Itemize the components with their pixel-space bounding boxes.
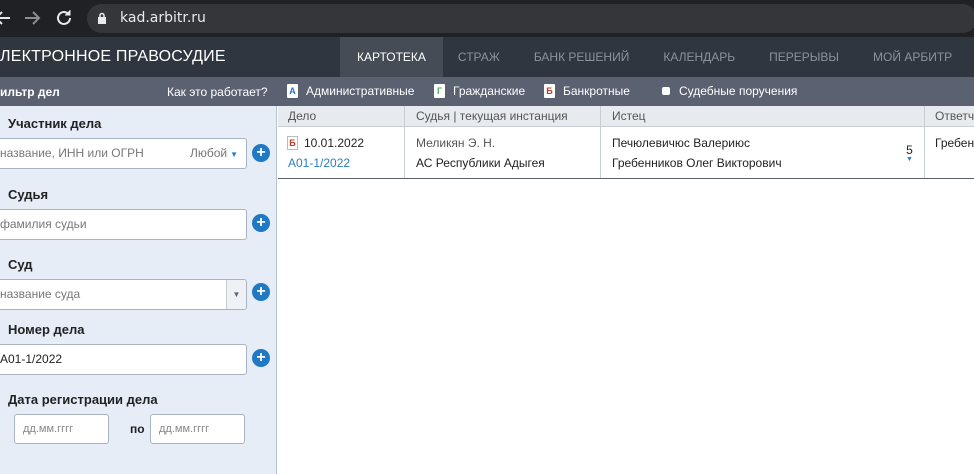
plaintiff-1: Печюлевичюс Валериюс bbox=[612, 136, 750, 150]
category-administrative[interactable]: А Административные bbox=[287, 84, 414, 98]
forward-icon[interactable] bbox=[21, 7, 43, 29]
judge-name: Меликян Э. Н. bbox=[416, 136, 496, 150]
category-civil[interactable]: Г Гражданские bbox=[434, 84, 525, 98]
case-number-link[interactable]: А01-1/2022 bbox=[288, 156, 350, 170]
case-date: 10.01.2022 bbox=[304, 136, 365, 150]
add-judge-button[interactable]: + bbox=[252, 214, 270, 232]
tab-kalendar[interactable]: КАЛЕНДАРЬ bbox=[646, 37, 752, 77]
how-it-works-link[interactable]: Как это работает? bbox=[167, 85, 268, 99]
category-label: Судебные поручения bbox=[679, 84, 798, 98]
filter-sidebar: Участник дела название, ИНН или ОГРН Люб… bbox=[0, 106, 277, 474]
reg-date-label: Дата регистрации дела bbox=[8, 392, 158, 407]
add-case-number-button[interactable]: + bbox=[252, 349, 270, 367]
filter-bar: ильтр дел Как это работает? А Администра… bbox=[0, 77, 974, 106]
judge-label: Судья bbox=[8, 187, 49, 202]
administrative-icon: А bbox=[287, 84, 298, 98]
category-bankruptcy[interactable]: Б Банкротные bbox=[544, 84, 630, 98]
participant-label: Участник дела bbox=[8, 116, 102, 131]
tab-strazh[interactable]: СТРАЖ bbox=[443, 37, 517, 77]
col-plaintiff[interactable]: Истец bbox=[612, 109, 646, 123]
browser-toolbar: kad.arbitr.ru bbox=[0, 0, 974, 37]
plaintiff-count: 5 bbox=[906, 143, 913, 157]
plaintiff-count-toggle[interactable]: 5 ▼ bbox=[906, 143, 913, 163]
judge-input[interactable]: фамилия судьи bbox=[0, 209, 247, 240]
bankruptcy-case-icon: Б bbox=[287, 136, 298, 150]
case-number-value: А01-1/2022 bbox=[0, 352, 63, 366]
plaintiff-2: Гребенников Олег Викторович bbox=[612, 156, 782, 170]
date-to-label: по bbox=[130, 422, 145, 436]
case-number-input[interactable]: А01-1/2022 bbox=[0, 344, 247, 375]
case-number-label: Номер дела bbox=[8, 322, 85, 337]
chevron-down-icon: ▼ bbox=[230, 150, 238, 159]
court-name: АС Республики Адыгея bbox=[416, 156, 545, 170]
table-header: Дело Судья | текущая инстанция Истец Отв… bbox=[278, 106, 974, 127]
add-court-button[interactable]: + bbox=[252, 283, 270, 301]
court-placeholder: название суда bbox=[0, 287, 81, 301]
role-select-value: Любой bbox=[189, 146, 228, 160]
date-from-input[interactable]: дд.мм.гггг bbox=[14, 414, 109, 444]
address-bar[interactable]: kad.arbitr.ru bbox=[87, 4, 974, 33]
table-row[interactable]: Б 10.01.2022 А01-1/2022 Меликян Э. Н. АС… bbox=[278, 127, 974, 179]
col-case[interactable]: Дело bbox=[288, 109, 316, 123]
url-text: kad.arbitr.ru bbox=[120, 10, 206, 26]
court-select[interactable]: название суда ▼ bbox=[0, 279, 247, 310]
court-label: Суд bbox=[8, 257, 33, 272]
tab-kartoteka[interactable]: КАРТОТЕКА bbox=[340, 37, 443, 77]
filter-title: ильтр дел bbox=[0, 85, 60, 99]
site-title[interactable]: ЛЕКТРОННОЕ ПРАВОСУДИЕ bbox=[0, 48, 226, 66]
participant-placeholder: название, ИНН или ОГРН bbox=[0, 146, 144, 160]
judge-placeholder: фамилия судьи bbox=[0, 217, 87, 231]
participant-input[interactable]: название, ИНН или ОГРН Любой ▼ bbox=[0, 138, 247, 169]
col-defendant[interactable]: Ответч bbox=[935, 109, 974, 123]
dropdown-arrow-icon[interactable]: ▼ bbox=[226, 280, 246, 309]
tab-pereryvy[interactable]: ПЕРЕРЫВЫ bbox=[752, 37, 856, 77]
col-judge[interactable]: Судья | текущая инстанция bbox=[416, 109, 568, 123]
tab-moy-arbitr[interactable]: МОЙ АРБИТР bbox=[856, 37, 969, 77]
category-court-orders[interactable]: Судебные поручения bbox=[662, 84, 797, 98]
category-label: Административные bbox=[306, 84, 415, 98]
tab-more[interactable]: П bbox=[969, 37, 974, 77]
reload-icon[interactable] bbox=[53, 7, 75, 29]
category-label: Гражданские bbox=[453, 84, 526, 98]
civil-icon: Г bbox=[434, 84, 445, 98]
participant-role-select[interactable]: Любой ▼ bbox=[189, 139, 238, 168]
bankruptcy-icon: Б bbox=[544, 84, 555, 98]
tab-bank-resheniy[interactable]: БАНК РЕШЕНИЙ bbox=[517, 37, 647, 77]
date-to-input[interactable]: дд.мм.гггг bbox=[150, 414, 245, 444]
top-nav: КАРТОТЕКА СТРАЖ БАНК РЕШЕНИЙ КАЛЕНДАРЬ П… bbox=[340, 37, 974, 77]
category-label: Банкротные bbox=[563, 84, 630, 98]
expand-caret-icon: ▼ bbox=[906, 156, 913, 163]
bullet-icon bbox=[662, 87, 670, 95]
add-participant-button[interactable]: + bbox=[252, 144, 270, 162]
lock-icon bbox=[97, 12, 107, 27]
defendant-name: Гребен bbox=[935, 136, 974, 150]
site-header: ЛЕКТРОННОЕ ПРАВОСУДИЕ КАРТОТЕКА СТРАЖ БА… bbox=[0, 37, 974, 77]
back-icon[interactable] bbox=[0, 7, 14, 29]
